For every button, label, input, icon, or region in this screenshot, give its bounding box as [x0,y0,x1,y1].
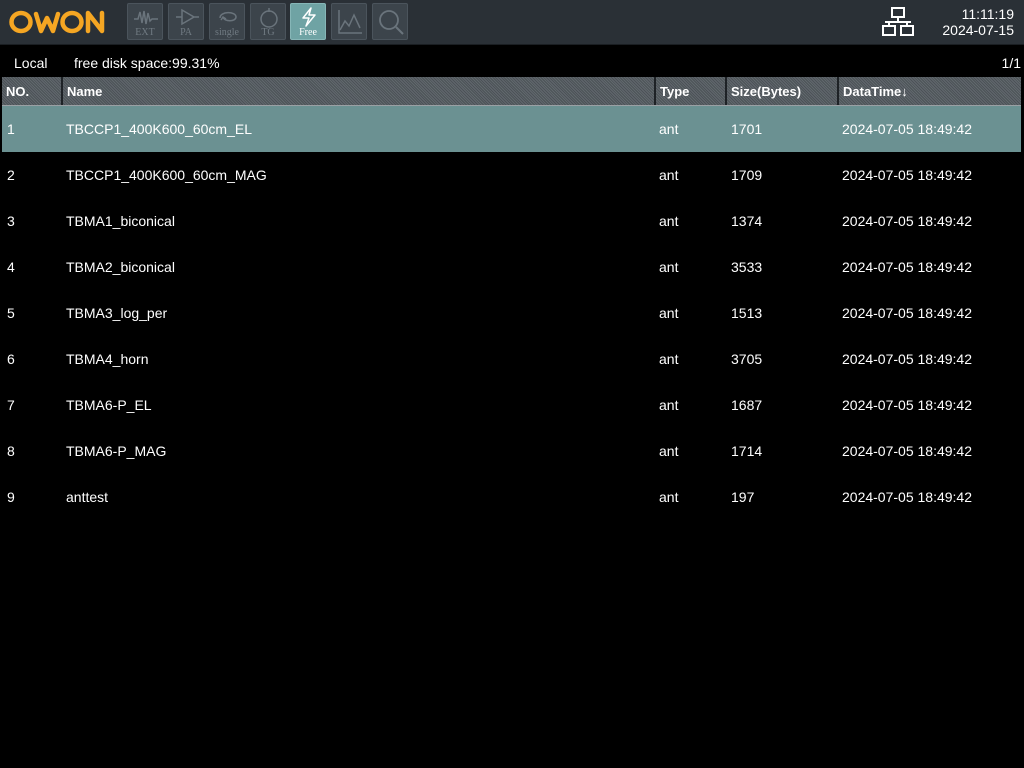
table-row[interactable]: 4 TBMA2_biconical ant 3533 2024-07-05 18:49:… [2,244,1021,290]
table-header: NO. Name Type Size(Bytes) DataTime↓ [2,77,1021,106]
column-header-no[interactable]: NO. [2,77,63,105]
trace-chart-button[interactable] [331,3,367,40]
cell-size: 1709 [731,167,763,183]
free-run-button[interactable]: Free [290,3,326,40]
cell-name: TBCCP1_400K600_60cm_MAG [66,167,267,183]
cell-no: 6 [7,351,15,367]
clock-date: 2024-07-15 [942,22,1014,38]
table-row[interactable]: 2 TBCCP1_400K600_60cm_MAG ant 1709 2024-07-0… [2,152,1021,198]
cell-name: TBMA2_biconical [66,259,175,275]
table-row[interactable]: 7 TBMA6-P_EL ant 1687 2024-07-05 18:49:42 [2,382,1021,428]
cell-datetime: 2024-07-05 18:49:42 [842,167,972,183]
tool-label-tg: TG [261,27,275,38]
file-status-bar: Local free disk space:99.31% 1/1 [0,52,1024,74]
cell-datetime: 2024-07-05 18:49:42 [842,305,972,321]
storage-location[interactable]: Local [14,55,47,71]
page-indicator: 1/1 [1001,55,1021,71]
cell-no: 7 [7,397,15,413]
search-button[interactable] [372,3,408,40]
cell-no: 4 [7,259,15,275]
cell-datetime: 2024-07-05 18:49:42 [842,121,972,137]
cell-no: 9 [7,489,15,505]
waveform-icon [134,10,158,25]
cell-type: ant [659,489,679,505]
clock-time: 11:11:19 [961,6,1014,22]
single-sweep-button[interactable]: single [209,3,245,40]
preamp-button[interactable]: PA [168,3,204,40]
cell-name: TBCCP1_400K600_60cm_EL [66,121,253,137]
cell-size: 3705 [731,351,763,367]
cell-datetime: 2024-07-05 18:49:42 [842,213,972,229]
cell-datetime: 2024-07-05 18:49:42 [842,443,972,459]
column-header-datetime[interactable]: DataTime↓ [839,77,1021,105]
lightning-icon [302,7,316,27]
cell-size: 197 [731,489,755,505]
cell-datetime: 2024-07-05 18:49:42 [842,397,972,413]
table-row[interactable]: 3 TBMA1_biconical ant 1374 2024-07-05 18:49:… [2,198,1021,244]
network-icon[interactable] [881,6,915,38]
column-header-size[interactable]: Size(Bytes) [727,77,839,105]
tracking-generator-button[interactable]: TG [250,3,286,40]
table-row[interactable]: 6 TBMA4_horn ant 3705 2024-07-05 18:49:42 [2,336,1021,382]
table-row[interactable]: 1 TBCCP1_400K600_60cm_EL ant 1701 2024-07-05… [2,106,1021,152]
disk-space-label: free disk space:99.31% [74,55,220,71]
table-row[interactable]: 9 anttest ant 197 2024-07-05 18:49:42 [2,474,1021,520]
cell-type: ant [659,397,679,413]
cell-type: ant [659,443,679,459]
tracking-generator-icon [260,8,278,28]
cell-size: 1374 [731,213,763,229]
ext-trigger-button[interactable]: EXT [127,3,163,40]
file-table: NO. Name Type Size(Bytes) DataTime↓ 1 TBC… [2,77,1021,520]
table-row[interactable]: 8 TBMA6-P_MAG ant 1714 2024-07-05 18:49:42 [2,428,1021,474]
cell-size: 1687 [731,397,763,413]
cell-type: ant [659,121,679,137]
cell-datetime: 2024-07-05 18:49:42 [842,259,972,275]
cell-type: ant [659,167,679,183]
cell-no: 3 [7,213,15,229]
top-toolbar: EXT PA single TG Free 11:11:19 2024-07-1… [0,0,1024,45]
cell-size: 1714 [731,443,763,459]
cell-no: 8 [7,443,15,459]
cell-datetime: 2024-07-05 18:49:42 [842,351,972,367]
cell-name: TBMA3_log_per [66,305,168,321]
cell-datetime: 2024-07-05 18:49:42 [842,489,972,505]
tool-label-ext: EXT [135,27,155,38]
cell-name: TBMA6-P_MAG [66,443,167,459]
cell-no: 1 [7,121,15,137]
table-row[interactable]: 5 TBMA3_log_per ant 1513 2024-07-05 18:49:42 [2,290,1021,336]
cell-no: 5 [7,305,15,321]
column-header-type[interactable]: Type [656,77,727,105]
amplifier-icon [176,8,199,26]
cell-name: TBMA6-P_EL [66,397,152,413]
cell-size: 1701 [731,121,763,137]
table-body: 1 TBCCP1_400K600_60cm_EL ant 1701 2024-07-05… [2,106,1021,520]
single-sweep-icon [219,11,237,22]
cell-type: ant [659,259,679,275]
cell-size: 3533 [731,259,763,275]
magnifier-icon [379,10,404,35]
tool-label-free: Free [299,27,317,38]
cell-type: ant [659,213,679,229]
tool-label-pa: PA [180,27,192,38]
cell-size: 1513 [731,305,763,321]
owon-logo [9,10,105,34]
cell-name: TBMA1_biconical [66,213,175,229]
clock: 11:11:19 2024-07-15 [942,6,1014,38]
tool-label-single: single [215,27,239,38]
cell-type: ant [659,351,679,367]
chart-icon [338,10,362,34]
cell-type: ant [659,305,679,321]
cell-no: 2 [7,167,15,183]
column-header-name[interactable]: Name [63,77,656,105]
cell-name: anttest [66,489,109,505]
cell-name: TBMA4_horn [66,351,149,367]
